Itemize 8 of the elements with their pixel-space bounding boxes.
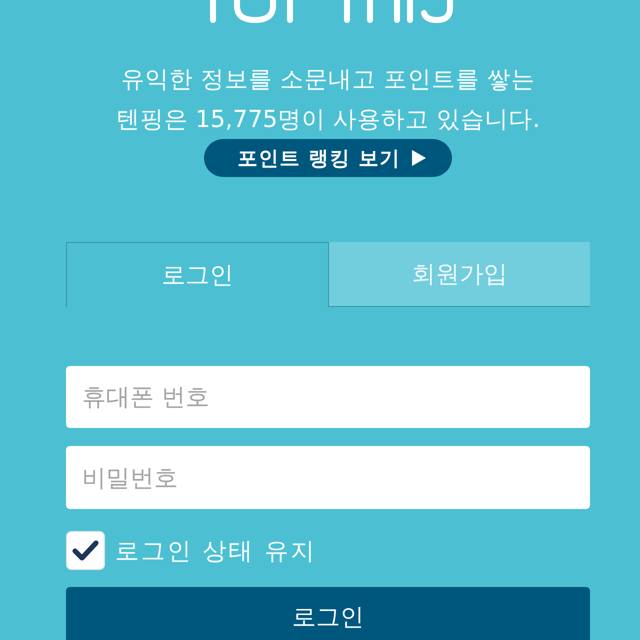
triangle-icon [412, 150, 426, 166]
input-field[interactable]: 휴대폰 번호 [66, 366, 590, 428]
login-button[interactable]: 로그인 [66, 587, 590, 640]
input-field[interactable]: 비밀번호 [66, 446, 590, 509]
checkbox[interactable] [66, 531, 105, 570]
intro-text: 유익한 정보를 소문내고 포인트를 쌓는 텐핑은 15,775명이 사용하고 있습니다. [116, 64, 540, 135]
ranking-button[interactable]: 포인트 랭킹 보기 [204, 139, 452, 177]
checkbox-label: 로그인 상태 유지 [115, 536, 316, 566]
